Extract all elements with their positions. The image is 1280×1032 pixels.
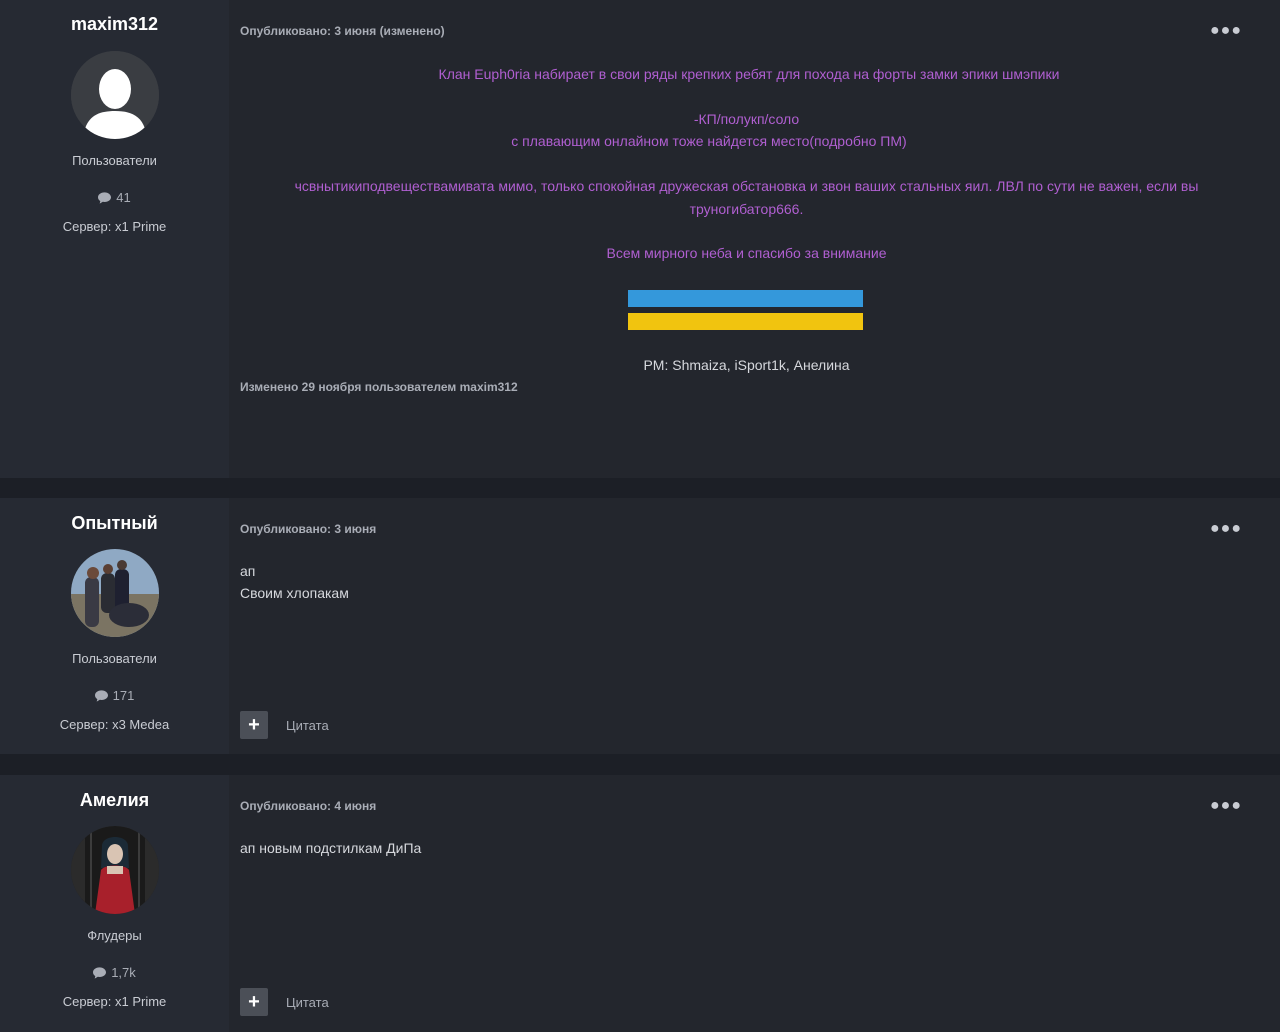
comment-icon xyxy=(93,966,107,979)
server-info: Сервер: x1 Prime xyxy=(62,994,167,1009)
post-date[interactable]: Опубликовано: 3 июня (изменено) xyxy=(240,24,445,38)
post-count: 171 xyxy=(94,688,135,703)
flag-stripe-blue xyxy=(628,290,863,307)
author-name[interactable]: Опытный xyxy=(71,513,157,534)
author-panel: Опытный Пользователи 171 Сервер: x3 Mede… xyxy=(0,498,235,754)
post-body: Опубликовано: 3 июня ●●● ап Своим хлопак… xyxy=(229,498,1280,754)
pm-line: PM: Shmaiza, iSport1k, Анелина xyxy=(643,357,850,373)
user-photo-avatar-icon xyxy=(70,826,159,914)
post-menu-button[interactable]: ●●● xyxy=(1210,797,1242,815)
user-group: Пользователи xyxy=(72,153,157,168)
post-3: Амелия Флудеры 1,7k Сервер: x1 Prime Опу… xyxy=(0,775,1280,1032)
quote-row: + Цитата xyxy=(240,988,329,1016)
content-line: ап xyxy=(240,563,256,579)
post-body: Опубликовано: 3 июня (изменено) ●●● Клан… xyxy=(229,0,1280,478)
post-count: 1,7k xyxy=(93,965,136,980)
author-name[interactable]: Амелия xyxy=(80,790,149,811)
post-menu-button[interactable]: ●●● xyxy=(1210,22,1242,40)
post-count: 41 xyxy=(98,190,131,205)
comment-icon xyxy=(94,689,108,702)
user-group: Флудеры xyxy=(87,928,142,943)
content-line: Всем мирного неба и спасибо за внимание xyxy=(606,245,887,261)
post-body: Опубликовано: 4 июня ●●● ап новым подсти… xyxy=(229,775,1280,1032)
content-line: с плавающим онлайном тоже найдется место… xyxy=(511,133,907,149)
plus-icon: + xyxy=(248,713,260,736)
content-line: -КП/полукп/соло xyxy=(693,111,800,127)
flag-stripe-yellow xyxy=(628,313,863,330)
server-info: Сервер: x3 Medea xyxy=(59,717,170,732)
multiquote-button[interactable]: + xyxy=(240,711,268,739)
plus-icon: + xyxy=(248,990,260,1013)
avatar[interactable] xyxy=(70,826,159,914)
avatar[interactable] xyxy=(70,51,159,139)
quote-row: + Цитата xyxy=(240,711,329,739)
author-panel: Амелия Флудеры 1,7k Сервер: x1 Prime xyxy=(0,775,235,1032)
quote-button[interactable]: Цитата xyxy=(286,718,329,733)
post-date[interactable]: Опубликовано: 3 июня xyxy=(240,522,376,536)
post-count-value: 41 xyxy=(116,190,131,205)
more-horizontal-icon: ●●● xyxy=(1210,797,1242,814)
content-line: ап новым подстилкам ДиПа xyxy=(240,840,422,856)
quote-button[interactable]: Цитата xyxy=(286,995,329,1010)
post-content: ап новым подстилкам ДиПа xyxy=(240,837,421,859)
author-panel: maxim312 Пользователи 41 Сервер: x1 Prim… xyxy=(0,0,235,478)
author-name[interactable]: maxim312 xyxy=(71,14,158,35)
user-photo-avatar-icon xyxy=(70,549,159,637)
user-group: Пользователи xyxy=(72,651,157,666)
server-info: Сервер: x1 Prime xyxy=(62,219,167,234)
content-line: чсвнытикиподвеществамивата мимо, только … xyxy=(294,178,1199,194)
default-avatar-icon xyxy=(70,51,159,139)
multiquote-button[interactable]: + xyxy=(240,988,268,1016)
content-line: Своим хлопакам xyxy=(240,585,349,601)
content-line: Клан Euph0ria набирает в свои ряды крепк… xyxy=(438,66,1060,82)
more-horizontal-icon: ●●● xyxy=(1210,22,1242,39)
post-count-value: 171 xyxy=(112,688,135,703)
avatar[interactable] xyxy=(70,549,159,637)
edited-note: Изменено 29 ноября пользователем maxim31… xyxy=(240,380,518,394)
post-content: ап Своим хлопакам xyxy=(240,560,349,604)
more-horizontal-icon: ●●● xyxy=(1210,520,1242,537)
post-menu-button[interactable]: ●●● xyxy=(1210,520,1242,538)
post-1: maxim312 Пользователи 41 Сервер: x1 Prim… xyxy=(0,0,1280,478)
post-count-value: 1,7k xyxy=(111,965,136,980)
comment-icon xyxy=(98,191,112,204)
post-date[interactable]: Опубликовано: 4 июня xyxy=(240,799,376,813)
post-2: Опытный Пользователи 171 Сервер: x3 Mede… xyxy=(0,498,1280,754)
content-line: труногибатор666. xyxy=(689,201,804,217)
